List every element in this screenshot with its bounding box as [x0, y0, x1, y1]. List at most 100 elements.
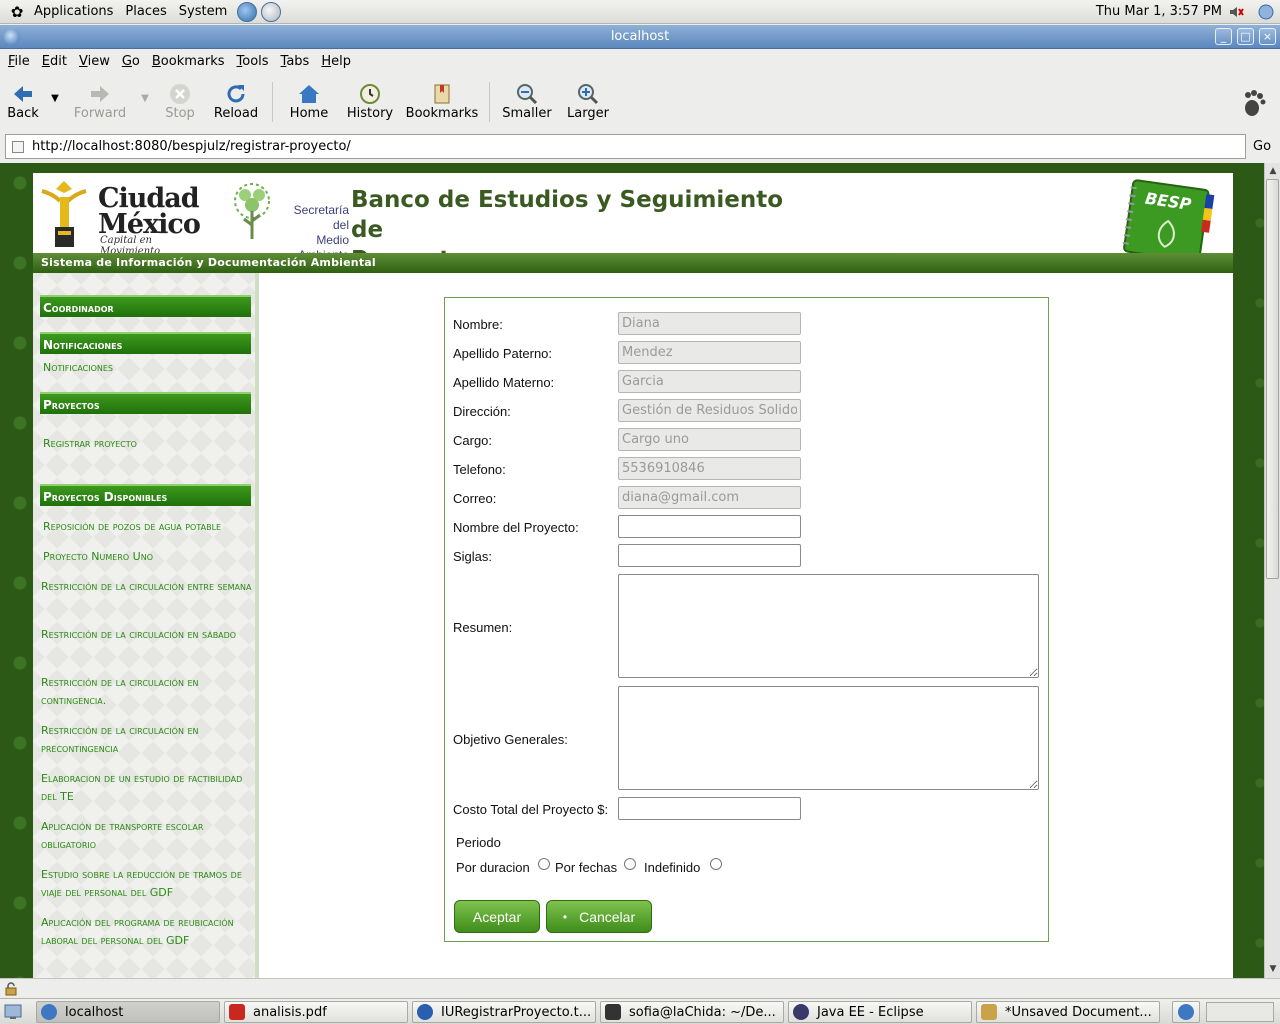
url-input[interactable]: http://localhost:8080/bespjulz/registrar…: [5, 134, 1246, 159]
aceptar-button[interactable]: Aceptar: [454, 900, 540, 933]
radio-por-duracion[interactable]: [538, 858, 550, 870]
clock[interactable]: Thu Mar 1, 3:57 PM: [1096, 4, 1222, 19]
menu-file[interactable]: File: [2, 54, 36, 69]
taskbar-item-analisis-pdf[interactable]: analisis.pdf: [224, 1001, 408, 1023]
navigation-toolbar: Back ▼ Forward ▼ Stop Reload Home Histor…: [0, 74, 1280, 130]
menu-go[interactable]: Go: [116, 54, 146, 69]
web-browser-launcher-icon[interactable]: [237, 1, 258, 22]
objetivo-generales-textarea[interactable]: [618, 686, 1039, 790]
network-icon[interactable]: [1258, 4, 1274, 20]
sidebar-project-link[interactable]: Reposición de pozos de agua potable: [43, 518, 255, 536]
sidebar-project-link[interactable]: Aplicación de transporte escolar obligat…: [41, 818, 253, 854]
minimize-button[interactable]: _: [1215, 28, 1232, 45]
close-button[interactable]: ×: [1259, 28, 1276, 45]
sidebar-link-registrar-proyecto[interactable]: Registrar proyecto: [43, 435, 255, 453]
radio-indefinido[interactable]: [710, 858, 722, 870]
costo-total-field[interactable]: [618, 797, 801, 820]
applications-menu[interactable]: Applications: [28, 4, 119, 19]
cargo-field[interactable]: [618, 428, 801, 451]
bullet-icon: •: [562, 909, 568, 924]
sidebar-project-link[interactable]: Elaboracion de un estudio de factibilida…: [41, 770, 253, 806]
sidebar-project-link[interactable]: Restricción de la circulación en precont…: [41, 722, 253, 758]
gnome-foot-throbber-icon: [1245, 90, 1266, 116]
home-button[interactable]: Home: [279, 74, 339, 130]
nombre-proyecto-field[interactable]: [618, 515, 801, 538]
apellido-materno-field[interactable]: [618, 370, 801, 393]
apellido-paterno-field[interactable]: [618, 341, 801, 364]
label-nombre: Nombre:: [453, 317, 503, 332]
scroll-up-arrow-icon[interactable]: ▲: [1265, 163, 1280, 179]
sidebar-project-link[interactable]: Restricción de la circulación en conting…: [41, 674, 253, 710]
places-menu[interactable]: Places: [119, 4, 172, 19]
menu-bookmarks[interactable]: Bookmarks: [146, 54, 231, 69]
forward-button[interactable]: Forward: [64, 74, 136, 130]
taskbar-item-unsaved-document[interactable]: *Unsaved Document...: [976, 1001, 1160, 1023]
url-text: http://localhost:8080/bespjulz/registrar…: [32, 139, 351, 154]
go-button[interactable]: Go: [1253, 139, 1271, 154]
text-editor-icon: [981, 1004, 997, 1020]
zoom-larger-button[interactable]: Larger: [558, 74, 618, 130]
web-content: Ciudad México Capital en Movimiento Secr…: [0, 163, 1264, 978]
window-titlebar[interactable]: localhost _ □ ×: [0, 25, 1280, 49]
sidebar-project-link[interactable]: Restricción de la circulación en sábado: [41, 626, 253, 644]
taskbar-item-iuregistrarproyecto[interactable]: IURegistrarProyecto.t...: [412, 1001, 596, 1023]
forward-history-dropdown[interactable]: ▼: [136, 74, 154, 130]
menu-help[interactable]: Help: [315, 54, 357, 69]
menubar: File Edit View Go Bookmarks Tools Tabs H…: [0, 50, 1280, 72]
scroll-down-arrow-icon[interactable]: ▼: [1265, 961, 1280, 977]
radio-por-fechas[interactable]: [624, 858, 636, 870]
menu-edit[interactable]: Edit: [36, 54, 73, 69]
taskbar-item-localhost[interactable]: localhost: [36, 1001, 220, 1023]
angel-independencia-icon: [41, 181, 87, 247]
taskbar-item-browser-mini[interactable]: [1172, 1001, 1200, 1023]
sidebar-project-link[interactable]: Estudio sobre la reducción de tramos de …: [41, 866, 253, 902]
menu-tabs[interactable]: Tabs: [275, 54, 316, 69]
back-arrow-icon: [14, 86, 32, 102]
vertical-scrollbar[interactable]: ▲ ▼: [1264, 163, 1280, 978]
telefono-field[interactable]: [618, 457, 801, 480]
stop-button[interactable]: Stop: [154, 74, 206, 130]
toolbar-separator: [272, 82, 273, 122]
back-history-dropdown[interactable]: ▼: [46, 74, 64, 130]
history-button[interactable]: History: [339, 74, 401, 130]
taskbar-item-terminal[interactable]: sofia@laChida: ~/De...: [600, 1001, 784, 1023]
workspace-switcher[interactable]: [1206, 1002, 1274, 1022]
cancelar-button[interactable]: • Cancelar: [546, 900, 652, 933]
show-desktop-icon[interactable]: [4, 1003, 22, 1021]
back-button[interactable]: Back: [0, 74, 46, 130]
taskbar-item-eclipse[interactable]: Java EE - Eclipse: [788, 1001, 972, 1023]
reload-button[interactable]: Reload: [206, 74, 266, 130]
sidebar-project-link[interactable]: Proyecto Numero Uno: [43, 548, 255, 566]
sidebar-project-link[interactable]: Aplicación del programa de reubicación l…: [41, 914, 253, 950]
menu-view[interactable]: View: [73, 54, 116, 69]
mail-launcher-icon[interactable]: [261, 1, 282, 22]
label-telefono: Telefono:: [453, 462, 506, 477]
browser-window-icon[interactable]: [4, 29, 20, 45]
menu-tools[interactable]: Tools: [231, 54, 275, 69]
scroll-thumb[interactable]: [1266, 179, 1279, 579]
siglas-field[interactable]: [618, 544, 801, 567]
bookmarks-button[interactable]: Bookmarks: [401, 74, 483, 130]
label-por-duracion: Por duracion: [456, 860, 530, 875]
ciudad-de-mexico-logo: Ciudad México Capital en Movimiento: [38, 175, 213, 257]
zoom-smaller-button[interactable]: Smaller: [496, 74, 558, 130]
direccion-field[interactable]: [618, 399, 801, 422]
maximize-button[interactable]: □: [1237, 28, 1254, 45]
sidebar-heading-proyectos: Proyectos: [40, 392, 251, 414]
browser-icon: [41, 1004, 57, 1020]
resumen-textarea[interactable]: [618, 574, 1039, 678]
system-menu[interactable]: System: [173, 4, 233, 19]
label-direccion: Dirección:: [453, 404, 511, 419]
sidebar-project-link[interactable]: Restricción de la circulación entre sema…: [41, 578, 253, 596]
sidebar-heading-notificaciones: Notificaciones: [40, 332, 251, 354]
zoom-in-icon: [578, 84, 599, 105]
volume-icon[interactable]: [1228, 4, 1244, 20]
label-costo-total: Costo Total del Proyecto $:: [453, 802, 609, 817]
label-cargo: Cargo:: [453, 433, 493, 448]
sidebar-link-notificaciones[interactable]: Notificaciones: [43, 359, 255, 377]
nombre-field[interactable]: [618, 312, 801, 335]
gnome-foot-icon[interactable]: ✿: [8, 3, 26, 21]
correo-field[interactable]: [618, 486, 801, 509]
sidebar-heading-proyectos-disponibles: Proyectos Disponibles: [40, 484, 251, 506]
status-bar: [0, 978, 1280, 998]
